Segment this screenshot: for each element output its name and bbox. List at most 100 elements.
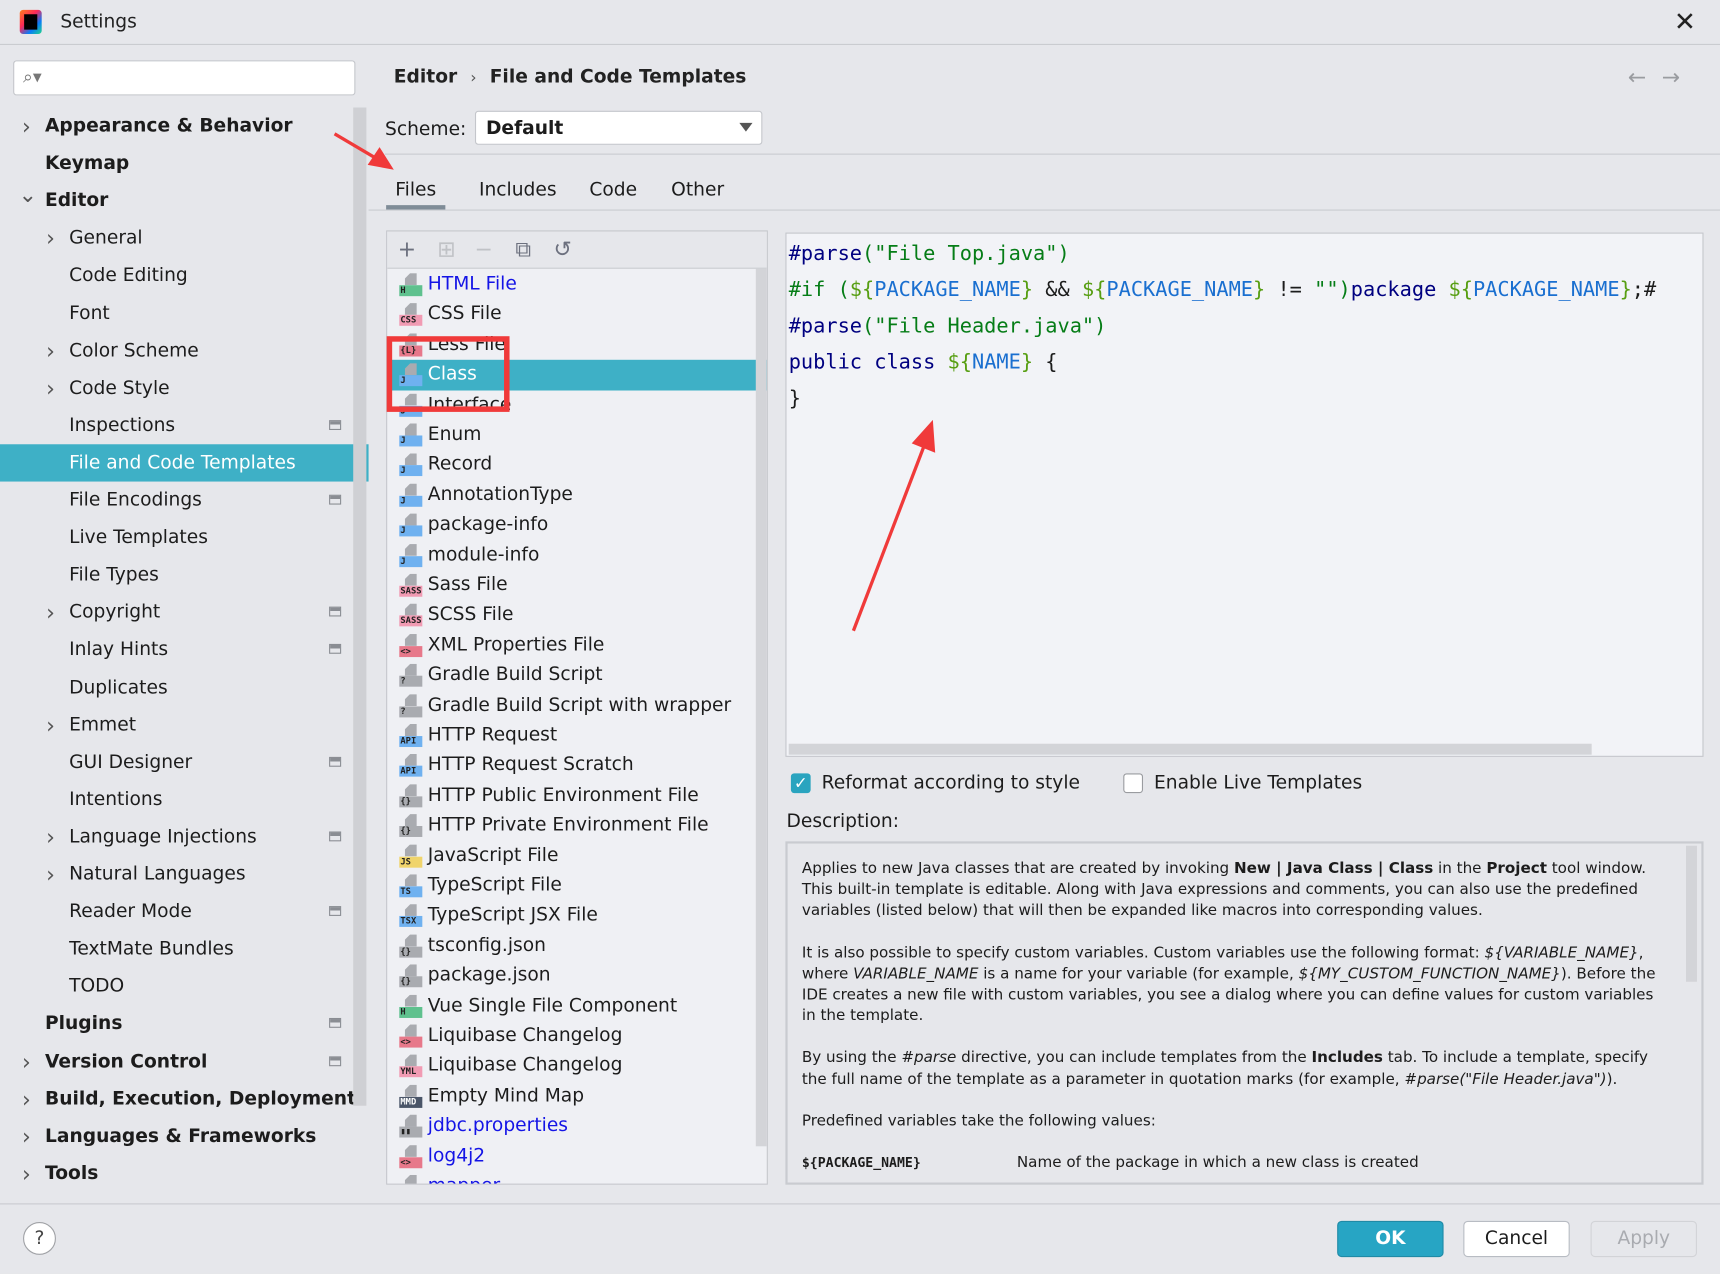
template-list-item[interactable]: JS JavaScript File [387,841,767,871]
settings-search-input[interactable]: ⌕▾ [13,60,356,96]
tab-other[interactable]: Other [665,170,731,209]
sidebar-item-languages-frameworks[interactable]: › Languages & Frameworks [0,1117,353,1154]
sidebar-item-emmet[interactable]: › Emmet [0,706,353,743]
sidebar-item-natural-languages[interactable]: › Natural Languages [0,856,353,893]
description-scrollbar[interactable] [1685,845,1697,982]
template-list-item[interactable]: <> log4j2 [387,1141,767,1171]
list-scrollbar[interactable] [755,268,767,1147]
template-list-item[interactable]: ▮▮ jdbc.properties [387,1111,767,1141]
editor-horizontal-scrollbar[interactable] [788,743,1592,755]
sidebar-item-appearance-behavior[interactable]: › Appearance & Behavior [0,108,353,145]
sidebar-item-todo[interactable]: TODO [0,968,353,1005]
chevron-right-icon[interactable]: › [19,1080,34,1117]
sidebar-item-version-control[interactable]: › Version Control [0,1043,353,1080]
breadcrumb-parent[interactable]: Editor [394,66,457,88]
template-list-item[interactable]: SASS SCSS File [387,600,767,630]
template-list-item[interactable]: API HTTP Request Scratch [387,751,767,781]
chevron-right-icon[interactable]: › [43,369,58,406]
sidebar-item-build-execution-deployment[interactable]: › Build, Execution, Deployment [0,1080,356,1117]
template-list-item[interactable]: TSX TypeScript JSX File [387,901,767,931]
sidebar-item-code-style[interactable]: › Code Style [0,369,353,406]
description-label: Description: [786,810,900,833]
template-list-item[interactable]: J Enum [387,420,767,450]
sidebar-item-inspections[interactable]: Inspections [0,407,353,444]
document-icon [404,483,417,496]
template-list-item[interactable]: API HTTP Request [387,721,767,751]
template-list-item[interactable]: ? Gradle Build Script with wrapper [387,691,767,721]
sidebar-item-code-editing[interactable]: Code Editing [0,257,353,294]
template-list-item[interactable]: {} HTTP Public Environment File [387,781,767,811]
chevron-right-icon[interactable]: › [19,1155,34,1192]
sidebar-item-duplicates[interactable]: Duplicates [0,669,353,706]
sidebar-item-textmate-bundles[interactable]: TextMate Bundles [0,930,353,967]
template-list-item[interactable]: H Vue Single File Component [387,991,767,1021]
chevron-right-icon[interactable]: › [43,706,58,743]
template-list-item[interactable]: Jpackage-info [387,510,767,540]
sidebar-item-file-types[interactable]: File Types [0,556,353,593]
template-list-item[interactable]: TS TypeScript File [387,871,767,901]
template-list-item[interactable]: H HTML File [387,270,767,300]
copy-icon[interactable]: ⧉ [510,236,536,262]
template-list-item[interactable]: SASS Sass File [387,570,767,600]
sidebar-item-general[interactable]: › General [0,220,353,257]
sidebar-item-language-injections[interactable]: › Language Injections [0,818,353,855]
sidebar-item-inlay-hints[interactable]: Inlay Hints [0,631,353,668]
template-list-item[interactable]: {} tsconfig.json [387,931,767,961]
sidebar-item-intentions[interactable]: Intentions [0,781,353,818]
ok-button[interactable]: OK [1337,1220,1444,1258]
chevron-right-icon[interactable]: › [43,594,58,631]
tab-includes[interactable]: Includes [472,170,564,209]
sidebar-item-reader-mode[interactable]: Reader Mode [0,893,353,930]
add-child-icon[interactable]: ⊞ [433,236,459,262]
sidebar-item-editor[interactable]: ⌄ Editor [0,181,353,219]
sidebar-item-font[interactable]: Font [0,295,353,332]
sidebar-item-file-encodings[interactable]: File Encodings [0,482,353,519]
tab-files[interactable]: Files [386,170,446,210]
template-list-item[interactable]: CSS CSS File [387,300,767,330]
chevron-right-icon[interactable]: › [43,818,58,855]
cancel-button[interactable]: Cancel [1463,1220,1570,1258]
reset-icon[interactable]: ↺ [550,236,576,262]
sidebar-item-copyright[interactable]: › Copyright [0,594,353,631]
template-list-item[interactable]: <> XML Properties File [387,631,767,661]
template-list-item[interactable]: ? Gradle Build Script [387,661,767,691]
template-list-item[interactable]: J Class [387,360,767,391]
chevron-right-icon[interactable]: › [19,108,34,145]
sidebar-item-color-scheme[interactable]: › Color Scheme [0,332,353,369]
template-list-item[interactable]: J AnnotationType [387,480,767,510]
apply-button[interactable]: Apply [1590,1220,1697,1258]
template-list-item[interactable]: MMD Empty Mind Map [387,1081,767,1111]
sidebar-item-keymap[interactable]: Keymap [0,145,353,182]
remove-icon[interactable]: − [471,236,497,262]
sidebar-scrollbar[interactable] [353,107,367,1106]
template-code-editor[interactable]: #parse("File Top.java") #if (${PACKAGE_NA… [785,232,1704,757]
sidebar-item-gui-designer[interactable]: GUI Designer [0,743,353,780]
template-list-item[interactable]: {L} Less File [387,330,767,360]
chevron-right-icon[interactable]: › [19,1117,34,1154]
chevron-right-icon[interactable]: › [19,1043,34,1080]
sidebar-item-tools[interactable]: › Tools [0,1155,353,1192]
template-list-item[interactable]: {} HTTP Private Environment File [387,811,767,841]
template-list-item[interactable]: {} package.json [387,961,767,991]
sidebar-item-plugins[interactable]: Plugins [0,1005,353,1042]
chevron-right-icon[interactable]: › [43,856,58,893]
code-token: ) [1094,314,1107,338]
back-arrow-icon[interactable]: ← [1628,64,1662,90]
close-icon[interactable]: ✕ [1670,7,1701,38]
chevron-right-icon[interactable]: › [43,220,58,257]
scheme-dropdown[interactable]: Default [474,110,763,145]
tab-code[interactable]: Code [584,170,643,209]
template-list-item[interactable]: Jmodule-info [387,540,767,570]
template-list-item[interactable]: <> Liquibase Changelog [387,1021,767,1051]
template-list-item[interactable]: YML Liquibase Changelog [387,1051,767,1081]
forward-arrow-icon[interactable]: → [1662,64,1696,90]
template-list-item[interactable]: mapper [387,1172,767,1184]
sidebar-item-live-templates[interactable]: Live Templates [0,519,353,556]
chevron-right-icon[interactable]: › [43,332,58,369]
add-icon[interactable]: + [394,236,420,262]
template-list-item[interactable]: J Interface [387,390,767,420]
help-button[interactable]: ? [23,1221,56,1255]
template-list-item[interactable]: J Record [387,450,767,480]
chevron-down-icon[interactable]: ⌄ [19,176,37,213]
sidebar-item-file-and-code-templates[interactable]: File and Code Templates [0,444,369,482]
